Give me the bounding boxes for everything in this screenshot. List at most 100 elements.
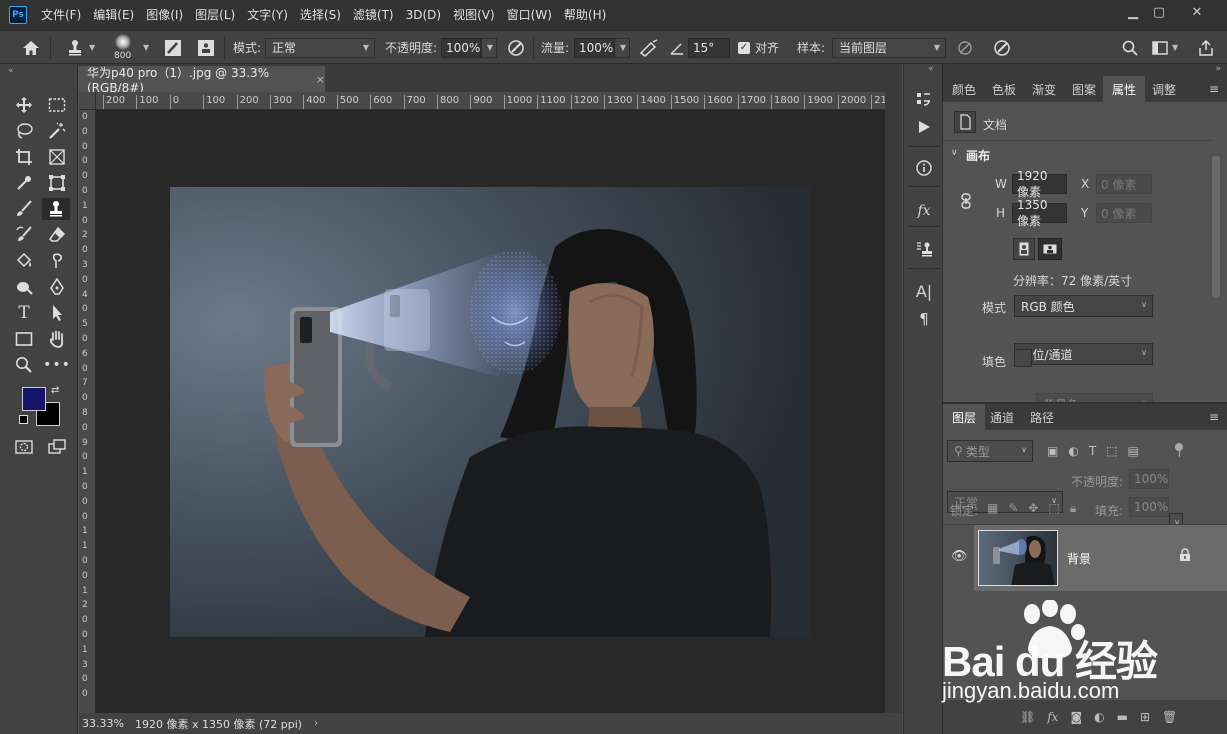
maximize-icon[interactable]: ▢ (1142, 0, 1176, 24)
screen-mode-icon[interactable] (45, 436, 69, 458)
opacity-dropdown[interactable]: ▼ (481, 37, 497, 58)
lasso-tool-icon[interactable] (12, 120, 36, 142)
layer-name[interactable]: 背景 (1067, 550, 1091, 567)
tab-gradients[interactable]: 渐变 (1023, 76, 1065, 102)
new-layer-icon[interactable]: ⊞ (1140, 710, 1150, 724)
panel-menu-icon[interactable]: ≡ (1209, 82, 1219, 96)
pressure-size-icon[interactable] (993, 31, 1011, 64)
layer-visibility-cell[interactable]: 👁︎ (943, 525, 973, 591)
expand-panels-icon[interactable]: » (1215, 64, 1221, 74)
airbrush-icon[interactable] (639, 31, 659, 64)
layers-menu-icon[interactable]: ≡ (1209, 410, 1219, 424)
move-tool-icon[interactable] (12, 94, 36, 116)
smart-object-filter-icon[interactable]: ▤ (1128, 444, 1139, 458)
mode-select[interactable]: 正常 ▼ (265, 37, 375, 58)
swap-colors-icon[interactable]: ⇄ (51, 385, 59, 396)
width-input[interactable]: 1920 像素 (1012, 169, 1067, 199)
add-style-icon[interactable]: fx (1047, 710, 1058, 724)
lock-image-icon[interactable]: ✎ (1008, 501, 1018, 516)
foreground-color-swatch[interactable] (22, 387, 46, 411)
tab-paths[interactable]: 路径 (1021, 404, 1063, 430)
frame-tool-icon[interactable] (45, 146, 69, 168)
layer-opacity-input[interactable]: 100% (1129, 469, 1169, 489)
clone-source-panel-icon[interactable] (912, 238, 936, 260)
character-panel-icon[interactable]: A| (912, 280, 936, 302)
fill-swatch[interactable] (1014, 349, 1032, 367)
hand-tool-icon[interactable] (45, 328, 69, 350)
dodge-tool-icon[interactable] (12, 276, 36, 298)
smudge-tool-icon[interactable] (45, 250, 69, 272)
delete-layer-icon[interactable]: 🗑︎ (1162, 710, 1177, 724)
height-input[interactable]: 1350 像素 (1012, 198, 1067, 228)
angle-input[interactable]: 15° (688, 37, 730, 58)
opacity-input[interactable]: 100% (441, 37, 481, 58)
paint-bucket-icon[interactable] (12, 250, 36, 272)
tab-properties[interactable]: 属性 (1103, 76, 1146, 102)
vertical-scrollbar[interactable] (885, 92, 902, 713)
zoom-tool-icon[interactable] (12, 354, 36, 376)
pixel-filter-icon[interactable]: ▣ (1047, 444, 1058, 458)
history-panel-icon[interactable] (912, 88, 936, 110)
collapse-toolbar-icon[interactable]: « (8, 66, 14, 76)
shape-filter-icon[interactable]: ⬚ (1106, 444, 1117, 458)
menu-item-8[interactable]: 视图(V) (447, 0, 501, 30)
marquee-tool-icon[interactable] (45, 94, 69, 116)
color-mode-select[interactable]: RGB 颜色 ∨ (1014, 295, 1153, 317)
path-selection-icon[interactable] (45, 302, 69, 324)
chevron-down-icon[interactable]: ▼ (143, 31, 149, 64)
share-icon[interactable] (1198, 31, 1214, 64)
menu-item-10[interactable]: 帮助(H) (558, 0, 612, 30)
zoom-level[interactable]: 33.33% (79, 717, 129, 730)
status-menu-chevron-icon[interactable]: › (314, 718, 318, 729)
bit-depth-select[interactable]: 8 位/通道 ∨ (1014, 343, 1153, 365)
paragraph-panel-icon[interactable]: ¶ (912, 308, 936, 330)
new-group-icon[interactable]: ▬ (1117, 710, 1128, 724)
clone-source-icon[interactable] (197, 31, 215, 64)
align-checkbox[interactable]: ✓ (738, 41, 750, 54)
properties-scrollbar[interactable] (1212, 156, 1220, 298)
lock-position-icon[interactable]: ✥ (1028, 501, 1038, 516)
workspace-icon[interactable]: ▼ (1152, 31, 1178, 64)
clone-stamp-tool-icon[interactable] (42, 198, 70, 220)
close-tab-icon[interactable]: × (316, 73, 325, 86)
menu-item-6[interactable]: 滤镜(T) (347, 0, 400, 30)
menu-item-1[interactable]: 编辑(E) (87, 0, 140, 30)
tab-layers[interactable]: 图层 (943, 404, 986, 430)
collapse-strip-icon[interactable]: « (928, 64, 934, 74)
lock-transparent-icon[interactable]: ▦ (987, 501, 998, 516)
flow-dropdown[interactable]: ▼ (614, 37, 630, 58)
more-tools-icon[interactable]: ••• (43, 354, 70, 376)
collapse-section-icon[interactable]: ∨ (951, 148, 958, 158)
search-icon[interactable] (1122, 31, 1138, 64)
brush-settings-icon[interactable] (164, 31, 182, 64)
home-icon[interactable] (22, 31, 40, 64)
menu-item-3[interactable]: 图层(L) (189, 0, 241, 30)
lock-artboard-icon[interactable]: ⬚ (1048, 501, 1059, 516)
brush-preset-picker[interactable]: 800 (114, 31, 131, 64)
actions-play-icon[interactable] (912, 116, 936, 138)
frame-select-icon[interactable] (45, 172, 69, 194)
portrait-orientation-icon[interactable] (1013, 238, 1035, 260)
y-input[interactable]: 0 像素 (1096, 203, 1152, 223)
link-layers-icon[interactable]: ⛓︎ (1020, 710, 1035, 724)
menu-item-7[interactable]: 3D(D) (400, 0, 447, 30)
landscape-orientation-icon[interactable] (1038, 238, 1062, 260)
tab-channels[interactable]: 通道 (981, 404, 1023, 430)
magic-wand-icon[interactable] (45, 120, 69, 142)
visibility-eye-icon[interactable]: 👁︎ (951, 549, 968, 564)
eraser-tool-icon[interactable] (45, 224, 69, 246)
adjustment-filter-icon[interactable]: ◐ (1068, 444, 1078, 458)
document-image[interactable] (170, 187, 810, 637)
menu-item-2[interactable]: 图像(I) (140, 0, 189, 30)
rectangle-tool-icon[interactable] (12, 328, 36, 350)
ignore-adjustment-icon[interactable] (957, 31, 973, 64)
filter-toggle-icon[interactable] (1175, 443, 1183, 451)
layer-filter-select[interactable]: ⚲ 类型 ∨ (947, 440, 1033, 462)
brush-tool-icon[interactable] (12, 198, 36, 220)
menu-item-5[interactable]: 选择(S) (294, 0, 347, 30)
pen-tool-icon[interactable] (45, 276, 69, 298)
history-brush-icon[interactable] (12, 224, 36, 246)
layer-row[interactable]: 背景 (974, 525, 1227, 591)
document-tab[interactable]: 华为p40 pro（1）.jpg @ 33.3%(RGB/8#) × (79, 66, 325, 95)
tab-patterns[interactable]: 图案 (1063, 76, 1105, 102)
